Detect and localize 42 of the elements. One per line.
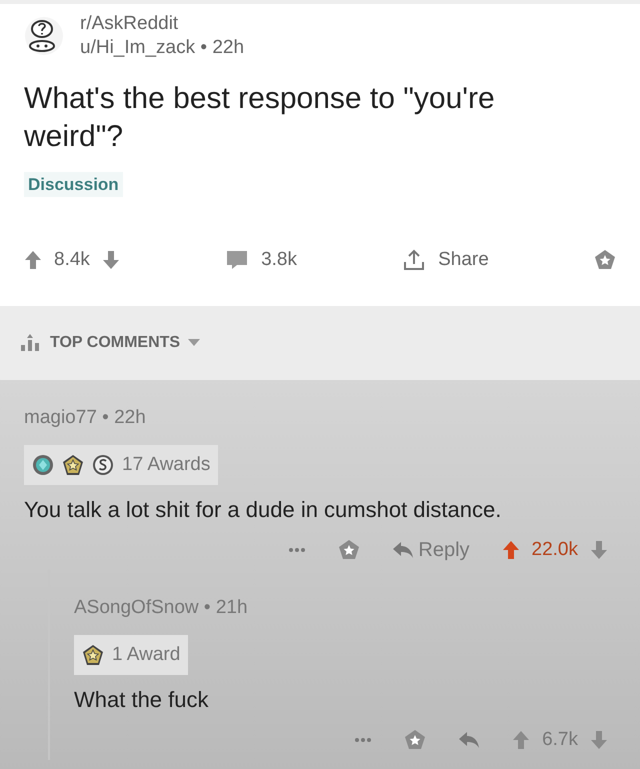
upvote-icon[interactable] (512, 730, 530, 750)
downvote-icon[interactable] (590, 540, 608, 560)
reply-icon (458, 731, 480, 749)
awards-badge[interactable]: 1 Award (74, 634, 188, 675)
comment-count: 3.8k (261, 248, 297, 272)
star-badge-icon[interactable] (338, 539, 360, 561)
award-icon (62, 454, 84, 476)
post-title: What's the best response to "you're weird"? (24, 80, 496, 154)
upvote-icon[interactable] (24, 250, 42, 270)
comment-meta: ASongOfSnow • 21h (74, 596, 249, 620)
reply-button[interactable] (458, 731, 480, 749)
share-button[interactable]: Share (402, 246, 489, 274)
share-icon (402, 248, 426, 272)
flair-tag[interactable]: Discussion (24, 172, 123, 197)
reply-icon (392, 541, 414, 559)
more-icon[interactable] (354, 737, 372, 743)
downvote-icon[interactable] (102, 250, 120, 270)
comment-icon[interactable] (225, 248, 250, 271)
post-meta: u/Hi_Im_zack • 22h (80, 36, 244, 60)
award-icon (92, 454, 114, 476)
comment-body: What the fuck (74, 686, 210, 714)
comment-meta: magio77 • 22h (24, 406, 147, 430)
post-score: 8.4k (54, 248, 90, 272)
bar-chart-icon (20, 333, 42, 353)
more-icon[interactable] (288, 547, 306, 553)
score: 22.0k (532, 538, 578, 562)
sort-dropdown[interactable]: TOP COMMENTS (0, 306, 640, 380)
caret-icon (188, 339, 200, 347)
awards-count: 17 Awards (122, 452, 210, 476)
subreddit-name[interactable]: r/AskReddit (80, 12, 244, 36)
comment-body: You talk a lot shit for a dude in cumshot distance. (24, 496, 502, 524)
star-badge-icon[interactable] (594, 248, 616, 271)
star-badge-icon[interactable] (404, 729, 426, 751)
award-icon (32, 454, 54, 476)
score: 6.7k (542, 728, 578, 752)
awards-count: 1 Award (112, 642, 180, 666)
subreddit-icon[interactable] (24, 16, 64, 56)
reply-button[interactable]: Reply (392, 535, 470, 565)
downvote-icon[interactable] (590, 730, 608, 750)
award-icon (82, 644, 104, 666)
upvote-icon[interactable] (502, 540, 520, 560)
awards-badge[interactable]: 17 Awards (24, 444, 218, 485)
